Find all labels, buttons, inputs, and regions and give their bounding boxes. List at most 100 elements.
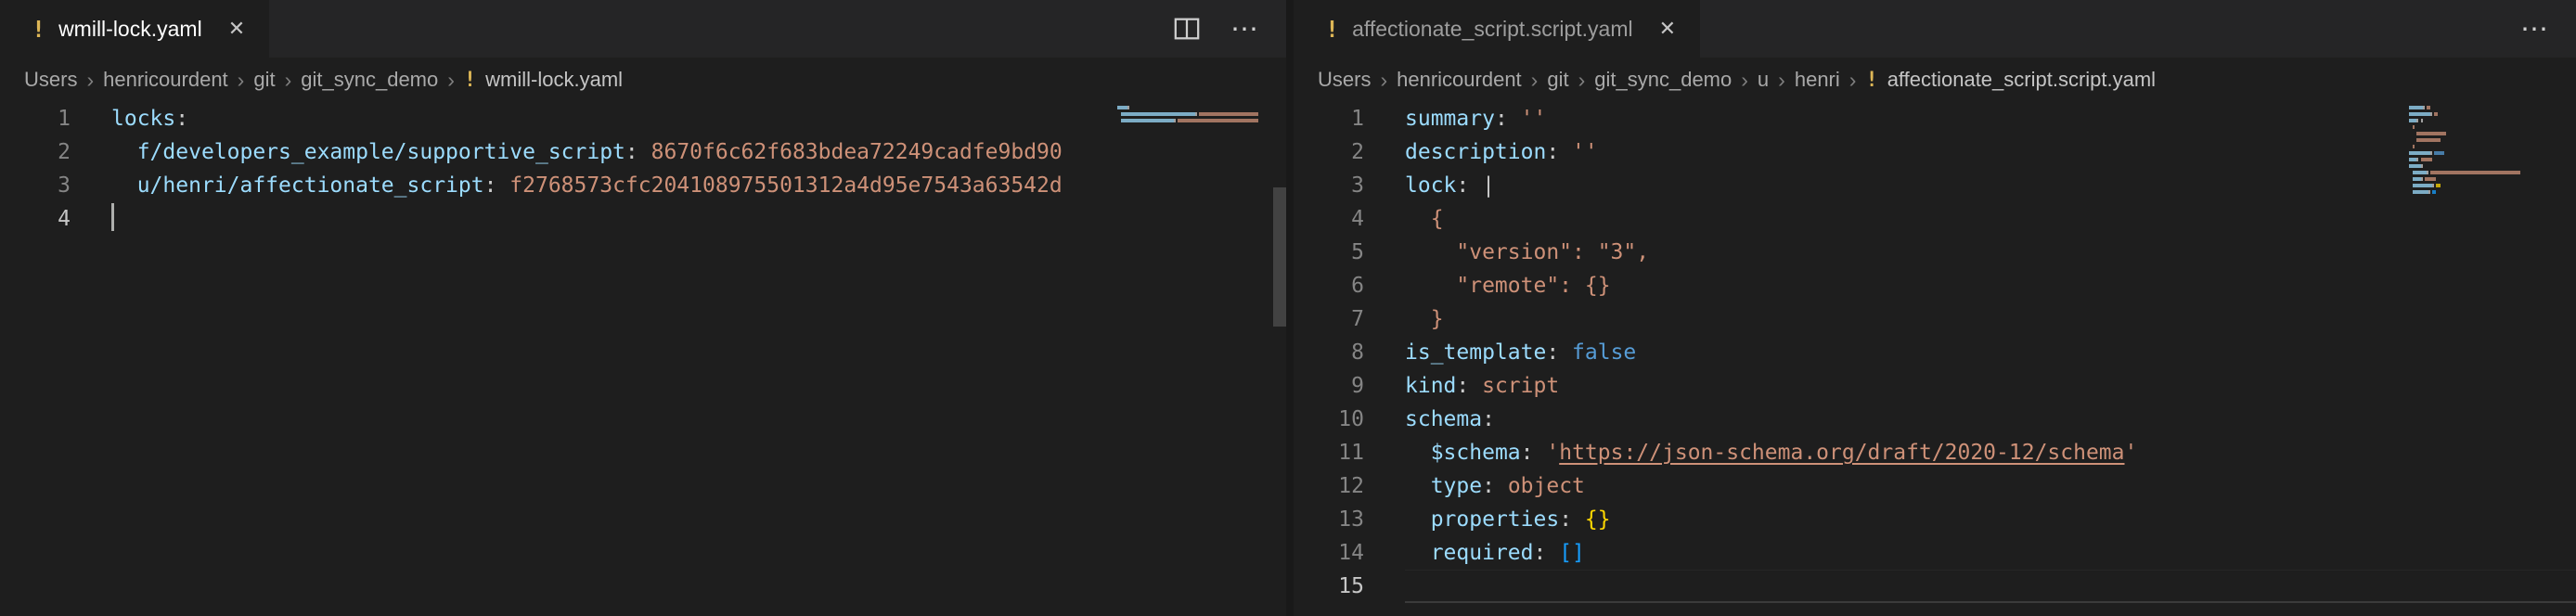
breadcrumb-separator-icon: › [447, 68, 455, 93]
code-content: 1summary: ''2description: ''3 lock: | 4 {5… [1294, 102, 2576, 603]
code-line: 9kind: script [1294, 369, 2576, 403]
line-number: 4 [0, 202, 71, 236]
split-editor-icon[interactable] [1173, 15, 1201, 43]
line-number: 6 [1294, 269, 1364, 302]
code-line: 10 schema: [1294, 403, 2576, 436]
code-line: 4 [0, 202, 1286, 236]
breadcrumb-separator-icon: › [238, 68, 245, 93]
line-number: 1 [1294, 102, 1364, 135]
editor-workbench: ! wmill-lock.yaml ✕ ⋯ Users › henricourden… [0, 0, 2576, 616]
code-line: 15 [1294, 570, 2576, 603]
breadcrumb-separator-icon: › [285, 68, 292, 93]
breadcrumb-item[interactable]: git_sync_demo [301, 68, 438, 92]
text-cursor [111, 203, 114, 231]
more-actions-icon[interactable]: ⋯ [1230, 13, 1260, 45]
code-line: 1 locks: [0, 102, 1286, 135]
line-number: 8 [1294, 336, 1364, 369]
code-line: 7 } [1294, 302, 2576, 336]
line-text: } [1405, 302, 2576, 336]
breadcrumb-item[interactable]: git [1547, 68, 1568, 92]
line-text: properties: {} [1405, 503, 2576, 536]
close-tab-icon[interactable]: ✕ [228, 17, 245, 41]
line-text: lock: | [1405, 169, 2576, 202]
tab-wmill-lock[interactable]: ! wmill-lock.yaml ✕ [0, 0, 270, 58]
yaml-warning-file-icon: ! [1865, 69, 1877, 92]
breadcrumb-separator-icon: › [1531, 68, 1539, 93]
yaml-warning-file-icon: ! [32, 16, 45, 43]
breadcrumb-file[interactable]: affectionate_script.script.yaml [1887, 68, 2156, 92]
yaml-warning-file-icon: ! [464, 69, 476, 92]
line-text: "remote": {} [1405, 269, 2576, 302]
code-line: 14 required: [] [1294, 536, 2576, 570]
line-number: 7 [1294, 302, 1364, 336]
breadcrumb: Users›henricourdent›git›git_sync_demo›u›… [1294, 58, 2576, 102]
breadcrumb-separator-icon: › [1578, 68, 1586, 93]
line-text: type: object [1405, 469, 2576, 503]
line-text: "version": "3", [1405, 236, 2576, 269]
code-line: 5 "version": "3", [1294, 236, 2576, 269]
line-number: 11 [1294, 436, 1364, 469]
code-line: 2description: '' [1294, 135, 2576, 169]
line-number: 2 [0, 135, 71, 169]
line-number: 3 [1294, 169, 1364, 202]
breadcrumb-item[interactable]: git_sync_demo [1594, 68, 1732, 92]
editor-group-right: ! affectionate_script.script.yaml ✕ ⋯ Us… [1294, 0, 2576, 616]
tab-label: affectionate_script.script.yaml [1352, 17, 1633, 42]
line-number: 15 [1294, 570, 1364, 603]
code-editor-right[interactable]: 1summary: ''2description: ''3 lock: | 4 {5… [1294, 102, 2576, 616]
code-content: 1locks:2 f/developers_example/supportive… [0, 102, 1286, 236]
breadcrumb-item[interactable]: Users [24, 68, 77, 92]
line-number: 12 [1294, 469, 1364, 503]
breadcrumb-separator-icon: › [1380, 68, 1387, 93]
code-line: 12 type: object [1294, 469, 2576, 503]
close-tab-icon[interactable]: ✕ [1659, 17, 1676, 41]
tab-actions-left: ⋯ [1173, 0, 1286, 58]
code-line: 13 properties: {} [1294, 503, 2576, 536]
line-text: schema: [1405, 403, 2576, 436]
tab-affectionate-script[interactable]: ! affectionate_script.script.yaml ✕ [1294, 0, 1701, 58]
editor-group-left: ! wmill-lock.yaml ✕ ⋯ Users › henricourden… [0, 0, 1286, 616]
code-line: 1summary: '' [1294, 102, 2576, 135]
editor-group-sash[interactable] [1286, 0, 1294, 616]
code-line: 3 lock: | [1294, 169, 2576, 202]
breadcrumb-item[interactable]: Users [1318, 68, 1371, 92]
breadcrumb-separator-icon: › [1849, 68, 1857, 93]
code-line: 6 "remote": {} [1294, 269, 2576, 302]
line-text: { [1405, 202, 2576, 236]
breadcrumb-separator-icon: › [86, 68, 94, 93]
breadcrumb-item[interactable]: henri [1795, 68, 1840, 92]
line-text: locks: [111, 102, 1286, 135]
line-number: 10 [1294, 403, 1364, 436]
line-number: 3 [0, 169, 71, 202]
line-text: description: '' [1405, 135, 2576, 169]
line-number: 4 [1294, 202, 1364, 236]
code-line: 8 is_template: false [1294, 336, 2576, 369]
breadcrumb-item[interactable]: henricourdent [103, 68, 228, 92]
tab-bar-right: ! affectionate_script.script.yaml ✕ ⋯ [1294, 0, 2576, 58]
line-text: kind: script [1405, 369, 2576, 403]
more-actions-icon[interactable]: ⋯ [2520, 13, 2550, 45]
line-text: required: [] [1405, 536, 2576, 570]
line-number: 13 [1294, 503, 1364, 536]
yaml-warning-file-icon: ! [1325, 16, 1339, 43]
line-text: is_template: false [1405, 336, 2576, 369]
code-line: 2 f/developers_example/supportive_script… [0, 135, 1286, 169]
line-text: $schema: 'https://json-schema.org/draft/… [1405, 436, 2576, 469]
minimap[interactable] [2409, 106, 2550, 203]
line-text [1405, 570, 2576, 603]
line-number: 5 [1294, 236, 1364, 269]
line-text: f/developers_example/supportive_script: … [111, 135, 1286, 169]
line-number: 1 [0, 102, 71, 135]
minimap[interactable] [1117, 106, 1258, 132]
breadcrumb-item[interactable]: u [1758, 68, 1769, 92]
scrollbar-thumb[interactable] [1273, 187, 1286, 327]
tab-actions-right: ⋯ [2520, 0, 2576, 58]
breadcrumb-item[interactable]: git [253, 68, 275, 92]
code-editor-left[interactable]: 1locks:2 f/developers_example/supportive… [0, 102, 1286, 616]
breadcrumb-file[interactable]: wmill-lock.yaml [485, 68, 623, 92]
tab-label: wmill-lock.yaml [58, 17, 202, 42]
breadcrumb: Users › henricourdent › git › git_sync_demo ›! w… [0, 58, 1286, 102]
tab-bar-left: ! wmill-lock.yaml ✕ ⋯ [0, 0, 1286, 58]
code-line: 11 $schema: 'https://json-schema.org/dra… [1294, 436, 2576, 469]
breadcrumb-item[interactable]: henricourdent [1397, 68, 1522, 92]
